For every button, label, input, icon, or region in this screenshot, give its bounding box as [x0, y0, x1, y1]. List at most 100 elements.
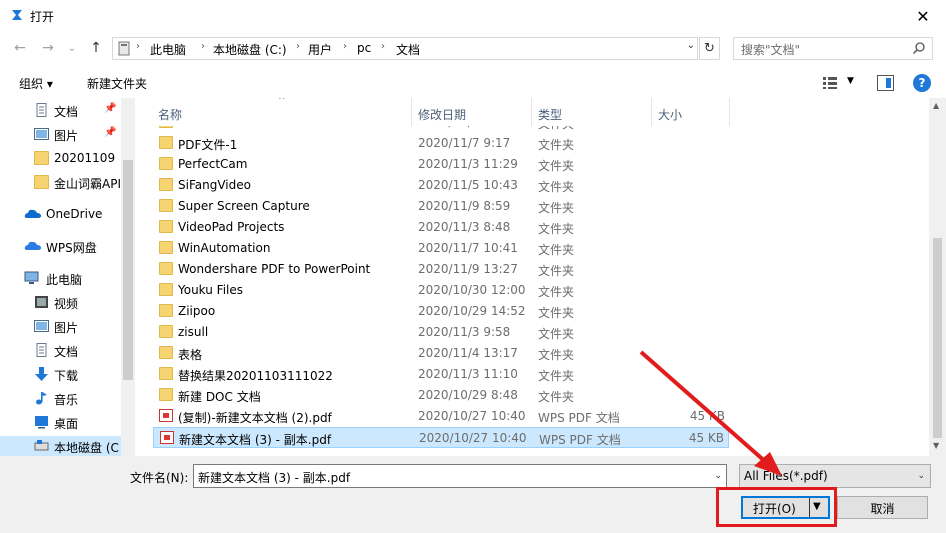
- new-folder-button[interactable]: 新建文件夹: [87, 75, 147, 92]
- file-name: 替换结果20201103111022: [178, 369, 333, 383]
- column-header-size[interactable]: 大小: [658, 106, 682, 123]
- folder-icon: [159, 262, 173, 275]
- breadcrumb-separator: ›: [296, 41, 300, 52]
- file-name: 新建 DOC 文档: [178, 390, 261, 404]
- column-divider[interactable]: [651, 98, 652, 126]
- chevron-down-icon[interactable]: ⌄: [714, 471, 722, 481]
- column-divider[interactable]: [531, 98, 532, 126]
- folder-icon: [159, 325, 173, 338]
- help-icon[interactable]: ?: [913, 74, 931, 92]
- forward-button[interactable]: →: [38, 38, 58, 58]
- folder-icon: [159, 220, 173, 233]
- chevron-down-icon: ⌄: [917, 471, 925, 481]
- file-type: 文件夹: [538, 327, 575, 341]
- table-row[interactable]: Super Screen Capture 2020/11/9 8:59 文件夹: [153, 196, 729, 217]
- breadcrumb-item-local-disk[interactable]: 本地磁盘 (C:): [213, 41, 287, 58]
- table-row[interactable]: PDF文件-1 2020/11/7 9:17 文件夹: [153, 133, 729, 154]
- file-type: 文件夹: [538, 306, 575, 320]
- breadcrumb-item-documents[interactable]: 文档: [396, 41, 420, 58]
- sidebar-item-pictures-quick[interactable]: 图片 📌: [0, 124, 121, 146]
- filename-label: 文件名(N):: [130, 471, 189, 485]
- sidebar-item-desktop[interactable]: 桌面: [0, 412, 121, 434]
- table-row[interactable]: (复制)-新建文本文档 (2).pdf 2020/10/27 10:40 WPS P…: [153, 406, 729, 427]
- sidebar-item-videos[interactable]: 视频: [0, 292, 121, 314]
- file-list-scrollbar[interactable]: ▲ ▼: [929, 98, 946, 456]
- file-type-filter[interactable]: All Files(*.pdf) ⌄: [739, 464, 931, 488]
- up-button[interactable]: ↑: [86, 38, 106, 58]
- sidebar-item-documents-quick[interactable]: 文档 📌: [0, 100, 121, 122]
- file-date: 2020/10/30 12:00: [418, 283, 526, 297]
- pdf-file-icon: [160, 431, 174, 444]
- sidebar-scrollbar[interactable]: [121, 98, 135, 456]
- table-row[interactable]: Wondershare PDF to PowerPoint 2020/11/9 1…: [153, 259, 729, 280]
- file-type: 文件夹: [538, 201, 575, 215]
- table-row[interactable]: PerfectCam 2020/11/3 11:29 文件夹: [153, 154, 729, 175]
- chevron-down-icon[interactable]: ⌄: [687, 40, 695, 51]
- title-bar: 打开 ✕: [0, 0, 946, 32]
- table-row[interactable]: 替换结果20201103111022 2020/11/3 11:10 文件夹: [153, 364, 729, 385]
- breadcrumb-item-pc[interactable]: pc: [357, 41, 371, 55]
- table-row[interactable]: zisull 2020/11/3 9:58 文件夹: [153, 322, 729, 343]
- file-list: ^ 名称 修改日期 类型 大小 PDF 2020/11/3 11:45 文件夹 PDF…: [137, 98, 929, 456]
- table-row[interactable]: Youku Files 2020/10/30 12:00 文件夹: [153, 280, 729, 301]
- sidebar-item-music[interactable]: 音乐: [0, 388, 121, 410]
- sidebar-item-label: 20201109: [54, 151, 116, 165]
- file-name: Super Screen Capture: [178, 199, 310, 213]
- table-row[interactable]: Ziipoo 2020/10/29 14:52 文件夹: [153, 301, 729, 322]
- column-header-type[interactable]: 类型: [538, 106, 562, 123]
- file-type: 文件夹: [538, 243, 575, 257]
- document-icon: [36, 343, 47, 357]
- sidebar-item-folder-20201109[interactable]: 20201109: [0, 148, 121, 170]
- address-bar[interactable]: › 此电脑 › 本地磁盘 (C:) › 用户 › pc › 文档 ⌄: [112, 37, 698, 60]
- breadcrumb-separator: ›: [343, 41, 347, 52]
- pin-icon: 📌: [104, 103, 117, 114]
- sidebar-item-downloads[interactable]: 下载: [0, 364, 121, 386]
- sidebar-item-onedrive[interactable]: OneDrive: [0, 204, 121, 226]
- organize-menu[interactable]: 组织 ▾: [19, 75, 53, 92]
- view-options-dropdown[interactable]: ▼: [847, 76, 854, 86]
- back-arrow-icon: ←: [14, 40, 26, 56]
- close-button[interactable]: ✕: [900, 0, 946, 32]
- computer-icon: [118, 41, 130, 56]
- sidebar-item-pictures[interactable]: 图片: [0, 316, 121, 338]
- scroll-down-icon[interactable]: ▼: [933, 441, 939, 450]
- column-header-date[interactable]: 修改日期: [418, 106, 466, 123]
- cancel-button[interactable]: 取消: [837, 496, 928, 519]
- column-divider[interactable]: [411, 98, 412, 126]
- file-name: WinAutomation: [178, 241, 271, 255]
- scroll-up-icon[interactable]: ▲: [933, 101, 939, 110]
- folder-icon: [34, 175, 49, 189]
- sidebar-item-documents[interactable]: 文档: [0, 340, 121, 362]
- search-input[interactable]: 搜索"文档": [733, 37, 933, 60]
- table-row[interactable]: WinAutomation 2020/11/7 10:41 文件夹: [153, 238, 729, 259]
- file-date: 2020/11/3 11:29: [418, 157, 518, 171]
- scrollbar-thumb[interactable]: [123, 160, 133, 380]
- sidebar-item-wps-drive[interactable]: WPS网盘: [0, 236, 121, 258]
- file-type: 文件夹: [538, 285, 575, 299]
- table-row[interactable]: VideoPad Projects 2020/11/3 8:48 文件夹: [153, 217, 729, 238]
- recent-locations-button[interactable]: ⌄: [62, 38, 82, 58]
- back-button[interactable]: ←: [10, 38, 30, 58]
- view-options-icon[interactable]: [822, 76, 838, 90]
- table-row[interactable]: 表格 2020/11/4 13:17 文件夹: [153, 343, 729, 364]
- scrollbar-thumb[interactable]: [933, 238, 942, 438]
- sidebar-item-folder-jinshan[interactable]: 金山词霸API: [0, 172, 121, 194]
- filename-input[interactable]: 新建文本文档 (3) - 副本.pdf ⌄: [193, 464, 727, 488]
- folder-icon: [159, 367, 173, 380]
- file-type: 文件夹: [538, 390, 575, 404]
- sidebar-item-this-pc[interactable]: 此电脑: [0, 268, 121, 290]
- column-header-name[interactable]: 名称: [158, 106, 182, 123]
- column-divider[interactable]: [729, 98, 730, 126]
- drive-icon: [34, 440, 49, 451]
- table-row[interactable]: 新建 DOC 文档 2020/10/29 8:48 文件夹: [153, 385, 729, 406]
- sidebar-item-local-disk[interactable]: 本地磁盘 (C: [0, 436, 121, 456]
- preview-pane-icon[interactable]: [877, 75, 894, 91]
- command-bar: 组织 ▾ 新建文件夹 ▼ ?: [0, 68, 946, 98]
- breadcrumb-item-users[interactable]: 用户: [308, 41, 332, 58]
- table-row[interactable]: SiFangVideo 2020/11/5 10:43 文件夹: [153, 175, 729, 196]
- table-row[interactable]: 新建文本文档 (3) - 副本.pdf 2020/10/27 10:40 WPS P…: [153, 427, 729, 448]
- breadcrumb-item-this-pc[interactable]: 此电脑: [150, 41, 186, 58]
- refresh-button[interactable]: ↻: [699, 37, 720, 60]
- folder-icon: [159, 304, 173, 317]
- file-type: WPS PDF 文档: [539, 433, 621, 447]
